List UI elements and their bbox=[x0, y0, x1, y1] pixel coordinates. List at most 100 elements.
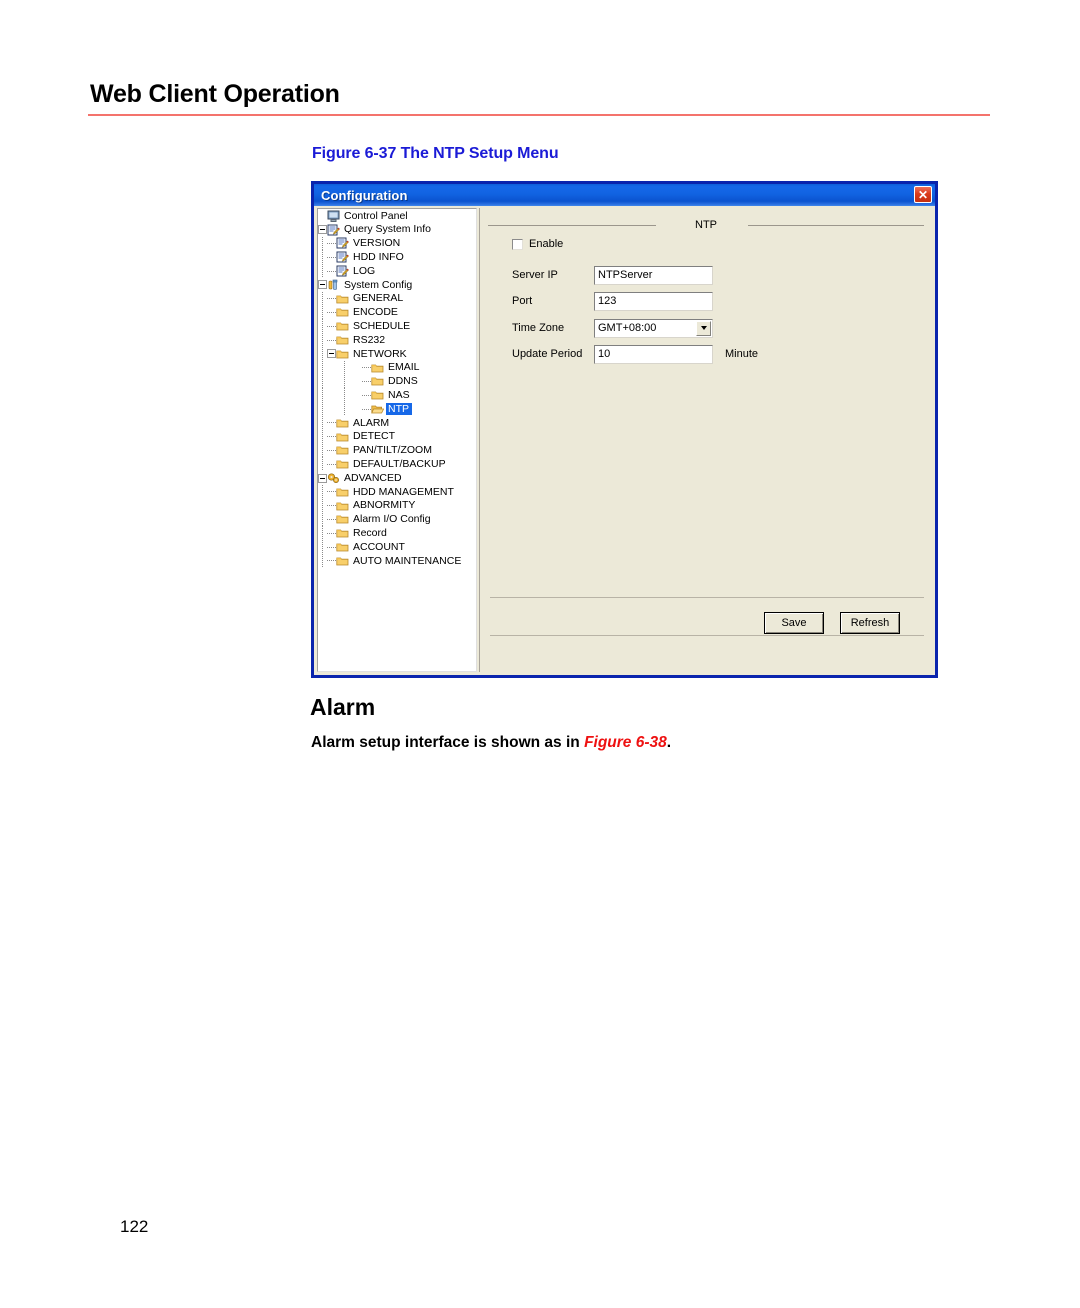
update-period-row: Update Period 10 Minute bbox=[512, 344, 758, 364]
tree-item-rs232[interactable]: RS232 bbox=[318, 333, 476, 347]
save-button[interactable]: Save bbox=[764, 612, 824, 634]
tree-guide-line bbox=[318, 512, 327, 527]
tree-item-pan-tilt-zoom[interactable]: PAN/TILT/ZOOM bbox=[318, 443, 476, 458]
tree-guide-line bbox=[318, 484, 327, 499]
tree-guide-line bbox=[318, 457, 327, 471]
time-zone-value: GMT+08:00 bbox=[598, 321, 657, 334]
tree-item-detect[interactable]: DETECT bbox=[318, 429, 476, 444]
tree-item-label: EMAIL bbox=[388, 361, 420, 374]
navigation-tree[interactable]: Control Panel Query System Info VERSION HDD… bbox=[317, 208, 477, 672]
folder-icon bbox=[336, 458, 349, 470]
tree-item-general[interactable]: GENERAL bbox=[318, 291, 476, 306]
folder-icon bbox=[336, 541, 349, 553]
tree-item-abnormity[interactable]: ABNORMITY bbox=[318, 498, 476, 513]
body-paragraph: Alarm setup interface is shown as in Fig… bbox=[311, 734, 671, 752]
tree-item-email[interactable]: EMAIL bbox=[318, 360, 476, 375]
divider-below-buttons bbox=[490, 635, 924, 636]
update-period-input[interactable]: 10 bbox=[594, 344, 713, 364]
tree-item-label: SCHEDULE bbox=[353, 320, 411, 333]
tree-item-label: DETECT bbox=[353, 430, 395, 443]
folder-icon bbox=[336, 417, 349, 429]
tree-item-advanced[interactable]: ADVANCED bbox=[318, 471, 476, 485]
tree-item-ddns[interactable]: DDNS bbox=[318, 374, 476, 389]
tree-item-label: PAN/TILT/ZOOM bbox=[353, 444, 432, 457]
tree-collapse-icon[interactable] bbox=[318, 280, 327, 290]
tree-connector bbox=[327, 239, 336, 248]
tree-connector bbox=[327, 253, 336, 262]
tree-item-label: RS232 bbox=[353, 333, 386, 346]
tree-collapse-icon[interactable] bbox=[318, 473, 327, 483]
refresh-button[interactable]: Refresh bbox=[840, 612, 900, 634]
server-ip-input[interactable]: NTPServer bbox=[594, 265, 713, 285]
tree-connector bbox=[362, 377, 371, 386]
tree-guide-line bbox=[318, 388, 327, 402]
tree-guide-line bbox=[318, 540, 327, 554]
tree-item-default-backup[interactable]: DEFAULT/BACKUP bbox=[318, 457, 476, 471]
tree-connector bbox=[327, 556, 336, 565]
tree-guide-line bbox=[318, 526, 327, 540]
tree-connector bbox=[327, 418, 336, 427]
tree-item-auto-maintenance[interactable]: AUTO MAINTENANCE bbox=[318, 553, 476, 568]
tree-connector bbox=[327, 543, 336, 552]
tree-item-ntp[interactable]: NTP bbox=[318, 402, 476, 416]
tree-item-hdd-info[interactable]: HDD INFO bbox=[318, 250, 476, 264]
tree-item-log[interactable]: LOG bbox=[318, 264, 476, 278]
tree-item-label: HDD MANAGEMENT bbox=[353, 485, 454, 498]
enable-checkbox[interactable] bbox=[512, 239, 523, 250]
tree-item-hdd-management[interactable]: HDD MANAGEMENT bbox=[318, 484, 476, 499]
tree-item-alarm[interactable]: ALARM bbox=[318, 415, 476, 430]
section-heading: Alarm bbox=[310, 694, 376, 720]
port-input[interactable]: 123 bbox=[594, 291, 713, 311]
tree-item-system-config[interactable]: System Config bbox=[318, 278, 476, 292]
notepad-icon bbox=[336, 251, 349, 263]
tree-connector bbox=[327, 267, 336, 276]
tree-guide-line bbox=[318, 333, 327, 347]
folder-icon bbox=[336, 431, 349, 443]
close-icon[interactable]: ✕ bbox=[914, 186, 932, 203]
folder-icon bbox=[336, 348, 349, 360]
tree-item-network[interactable]: NETWORK bbox=[318, 346, 476, 361]
tree-connector bbox=[327, 294, 336, 303]
tree-item-label: NETWORK bbox=[353, 347, 407, 360]
tree-item-account[interactable]: ACCOUNT bbox=[318, 540, 476, 554]
divider-above-buttons bbox=[490, 597, 924, 598]
tree-item-version[interactable]: VERSION bbox=[318, 236, 476, 251]
tree-item-schedule[interactable]: SCHEDULE bbox=[318, 319, 476, 333]
tree-item-alarm-i-o-config[interactable]: Alarm I/O Config bbox=[318, 512, 476, 527]
folder-icon bbox=[336, 320, 349, 332]
tree-connector bbox=[327, 432, 336, 441]
tree-connector bbox=[327, 515, 336, 524]
tree-connector bbox=[327, 322, 336, 331]
tree-item-label: AUTO MAINTENANCE bbox=[353, 554, 462, 567]
tree-guide-line bbox=[318, 346, 327, 361]
time-zone-select[interactable]: GMT+08:00 bbox=[594, 318, 713, 338]
tools-icon bbox=[327, 279, 340, 291]
update-period-label: Update Period bbox=[512, 347, 583, 360]
tree-connector bbox=[327, 446, 336, 455]
tree-item-label: ALARM bbox=[353, 416, 390, 429]
tree-item-encode[interactable]: ENCODE bbox=[318, 305, 476, 320]
tree-item-nas[interactable]: NAS bbox=[318, 388, 476, 402]
chevron-down-icon[interactable] bbox=[696, 320, 711, 336]
tree-item-query-system-info[interactable]: Query System Info bbox=[318, 223, 476, 237]
enable-label: Enable bbox=[529, 238, 564, 250]
notepad-icon bbox=[336, 265, 349, 277]
time-zone-label: Time Zone bbox=[512, 321, 565, 334]
tree-collapse-icon[interactable] bbox=[318, 225, 327, 235]
tree-item-control-panel[interactable]: Control Panel bbox=[318, 209, 476, 223]
tree-guide-line bbox=[318, 305, 327, 320]
folder-icon bbox=[371, 362, 384, 374]
header-rule bbox=[88, 114, 990, 116]
tree-item-label: ABNORMITY bbox=[353, 499, 416, 512]
tree-item-label: GENERAL bbox=[353, 292, 404, 305]
dialog-title: Configuration bbox=[321, 187, 408, 203]
server-ip-label: Server IP bbox=[512, 268, 558, 281]
folder-icon bbox=[336, 334, 349, 346]
tree-collapse-icon[interactable] bbox=[327, 349, 336, 359]
tree-connector bbox=[327, 501, 336, 510]
tree-item-label: LOG bbox=[353, 264, 376, 277]
tree-item-record[interactable]: Record bbox=[318, 526, 476, 540]
tree-connector bbox=[362, 405, 371, 414]
tree-guide-line bbox=[340, 402, 349, 416]
tree-guide-line bbox=[318, 429, 327, 444]
